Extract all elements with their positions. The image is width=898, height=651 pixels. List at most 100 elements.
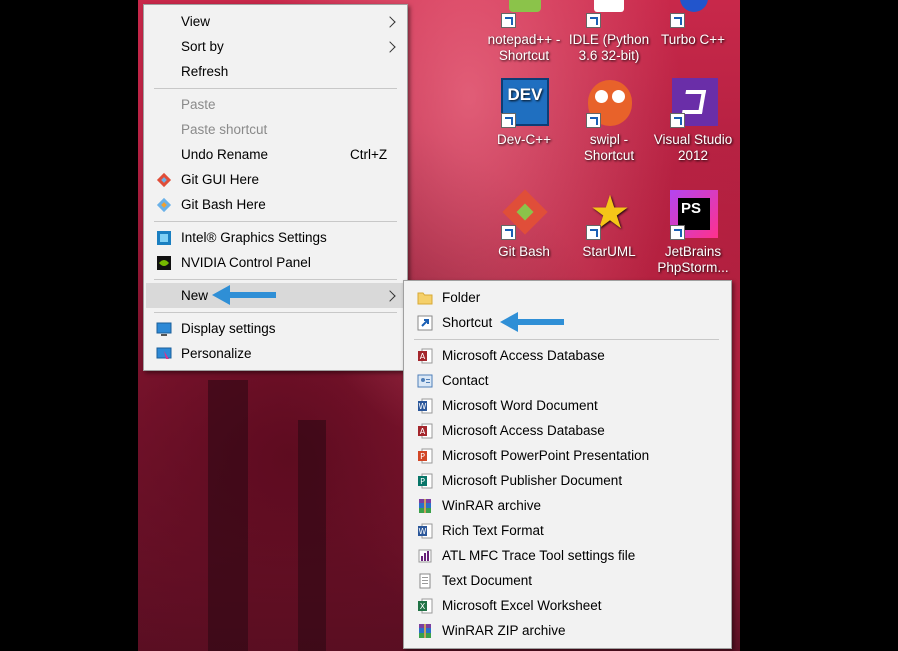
menu-item-view[interactable]: View: [146, 9, 405, 34]
turbo-cpp-icon: [668, 0, 718, 28]
desktop-icon-dev-cpp[interactable]: DEV Dev-C++: [481, 78, 567, 148]
submenu-item-access-database[interactable]: A Microsoft Access Database: [406, 343, 729, 368]
submenu-item-label: ATL MFC Trace Tool settings file: [442, 548, 636, 563]
menu-separator: [154, 88, 397, 89]
desktop-icon-swipl[interactable]: swipl - Shortcut: [566, 78, 652, 164]
submenu-item-label: WinRAR archive: [442, 498, 542, 513]
submenu-item-excel-worksheet[interactable]: X Microsoft Excel Worksheet: [406, 593, 729, 618]
menu-item-label: Git GUI Here: [181, 172, 260, 187]
submenu-item-text-document[interactable]: Text Document: [406, 568, 729, 593]
desktop-icon-staruml[interactable]: ★ StarUML: [566, 189, 652, 260]
winrar-zip-icon: [417, 622, 433, 638]
desktop-icon-label: Git Bash: [498, 244, 550, 259]
desktop-icon-label: notepad++ - Shortcut: [487, 32, 561, 63]
desktop-icon-label: Turbo C++: [660, 32, 726, 47]
svg-text:A: A: [420, 427, 426, 436]
menu-item-label: Paste: [181, 97, 216, 112]
access-icon: A: [417, 422, 433, 439]
svg-text:X: X: [420, 602, 426, 611]
submenu-item-label: Shortcut: [442, 315, 493, 330]
publisher-icon: P: [417, 472, 433, 489]
chevron-right-icon: [384, 41, 396, 53]
tree-trunk-decoration: [208, 380, 248, 651]
menu-item-label: Paste shortcut: [181, 122, 268, 137]
excel-icon: X: [417, 597, 433, 614]
display-icon: [156, 320, 172, 336]
submenu-item-label: WinRAR ZIP archive: [442, 623, 566, 638]
menu-separator: [154, 279, 397, 280]
svg-text:W: W: [419, 402, 427, 411]
git-gui-icon: [156, 171, 172, 188]
svg-text:W: W: [419, 527, 427, 536]
menu-separator: [414, 339, 719, 340]
menu-item-git-bash-here[interactable]: Git Bash Here: [146, 192, 405, 217]
svg-text:A: A: [420, 352, 426, 361]
desktop-icon-visual-studio[interactable]: Visual Studio 2012: [650, 78, 736, 164]
menu-item-label: Personalize: [181, 346, 252, 361]
menu-item-label: Intel® Graphics Settings: [181, 230, 327, 245]
submenu-item-access-database-2[interactable]: A Microsoft Access Database: [406, 418, 729, 443]
nvidia-icon: [156, 254, 172, 270]
rtf-icon: W: [417, 522, 433, 539]
swipl-icon: [584, 78, 634, 128]
submenu-item-winrar-zip-archive[interactable]: WinRAR ZIP archive: [406, 618, 729, 643]
submenu-item-rich-text-format[interactable]: W Rich Text Format: [406, 518, 729, 543]
notepadpp-icon: [499, 0, 549, 28]
svg-text:P: P: [420, 452, 425, 461]
annotation-arrow-new: [212, 285, 276, 305]
submenu-item-label: Microsoft PowerPoint Presentation: [442, 448, 650, 463]
menu-item-label: Undo Rename: [181, 147, 269, 162]
intel-graphics-icon: [156, 229, 172, 245]
menu-item-intel-graphics[interactable]: Intel® Graphics Settings: [146, 225, 405, 250]
menu-item-personalize[interactable]: Personalize: [146, 341, 405, 366]
desktop-icon-git-bash[interactable]: Git Bash: [481, 189, 567, 260]
submenu-item-winrar-archive[interactable]: WinRAR archive: [406, 493, 729, 518]
desktop-icon-notepadpp[interactable]: notepad++ - Shortcut: [481, 0, 567, 64]
submenu-item-label: Microsoft Publisher Document: [442, 473, 623, 488]
submenu-item-label: Rich Text Format: [442, 523, 544, 538]
menu-item-nvidia-control-panel[interactable]: NVIDIA Control Panel: [146, 250, 405, 275]
submenu-item-label: Text Document: [442, 573, 533, 588]
shortcut-icon: [417, 314, 433, 331]
desktop-icon-label: StarUML: [582, 244, 636, 259]
keyboard-shortcut: Ctrl+Z: [350, 147, 388, 162]
submenu-item-word-document[interactable]: W Microsoft Word Document: [406, 393, 729, 418]
submenu-item-label: Microsoft Excel Worksheet: [442, 598, 602, 613]
menu-separator: [154, 312, 397, 313]
submenu-item-label: Microsoft Access Database: [442, 348, 605, 363]
desktop-icon-phpstorm[interactable]: PS JetBrains PhpStorm...: [650, 190, 736, 276]
chevron-right-icon: [384, 16, 396, 28]
submenu-item-powerpoint[interactable]: P Microsoft PowerPoint Presentation: [406, 443, 729, 468]
menu-item-undo-rename[interactable]: Undo Rename Ctrl+Z: [146, 142, 405, 167]
desktop-icon-label: Dev-C++: [496, 132, 552, 147]
new-submenu: Folder Shortcut A Microsoft Access Datab…: [403, 280, 732, 649]
submenu-item-label: Microsoft Word Document: [442, 398, 598, 413]
visual-studio-icon: [668, 78, 718, 128]
menu-item-label: New: [181, 288, 209, 303]
submenu-item-folder[interactable]: Folder: [406, 285, 729, 310]
phpstorm-icon: PS: [668, 190, 718, 240]
desktop-icon-python-idle[interactable]: IDLE (Python 3.6 32-bit): [566, 0, 652, 64]
menu-item-sort-by[interactable]: Sort by: [146, 34, 405, 59]
menu-item-paste-shortcut: Paste shortcut: [146, 117, 405, 142]
powerpoint-icon: P: [417, 447, 433, 464]
desktop-icon-turbo-cpp[interactable]: Turbo C++: [650, 0, 736, 48]
desktop-icon-label: swipl - Shortcut: [583, 132, 635, 163]
desktop-context-menu: View Sort by Refresh Paste Paste shortcu…: [143, 4, 408, 371]
menu-item-refresh[interactable]: Refresh: [146, 59, 405, 84]
winrar-icon: [417, 497, 433, 513]
submenu-item-label: Microsoft Access Database: [442, 423, 605, 438]
submenu-item-label: Contact: [442, 373, 489, 388]
desktop-icon-label: IDLE (Python 3.6 32-bit): [568, 32, 650, 63]
python-idle-icon: [584, 0, 634, 28]
menu-item-git-gui-here[interactable]: Git GUI Here: [146, 167, 405, 192]
svg-text:P: P: [420, 477, 425, 486]
submenu-item-publisher[interactable]: P Microsoft Publisher Document: [406, 468, 729, 493]
desktop-icon-label: Visual Studio 2012: [653, 132, 733, 163]
submenu-item-contact[interactable]: Contact: [406, 368, 729, 393]
submenu-item-shortcut[interactable]: Shortcut: [406, 310, 729, 335]
chevron-right-icon: [384, 290, 396, 302]
menu-item-display-settings[interactable]: Display settings: [146, 316, 405, 341]
git-bash-icon: [156, 196, 172, 213]
submenu-item-atl-mfc-trace[interactable]: ATL MFC Trace Tool settings file: [406, 543, 729, 568]
